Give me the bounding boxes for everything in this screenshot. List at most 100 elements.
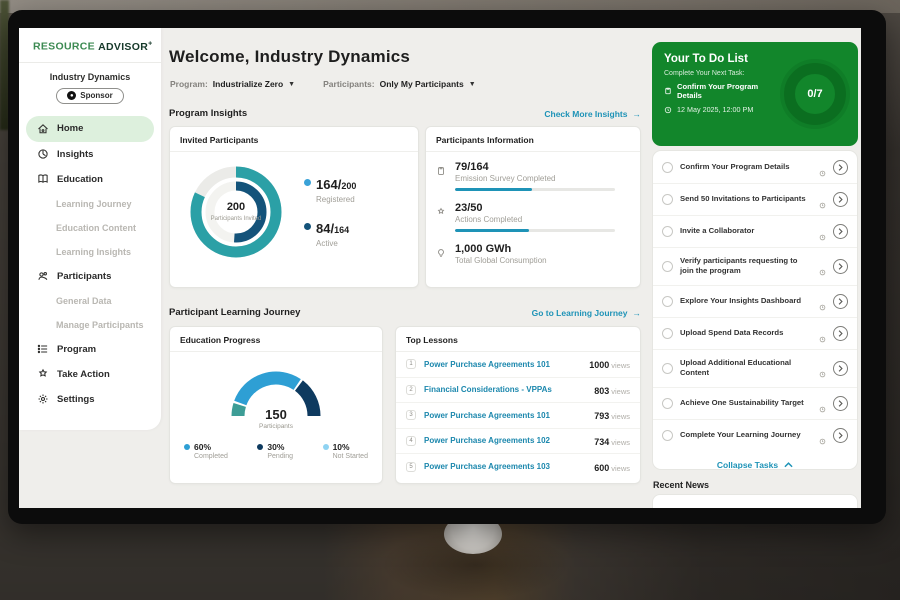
sidebar-item-settings[interactable]: Settings <box>19 387 161 412</box>
invited-donut-chart: 200 Participants Invited <box>184 160 288 264</box>
lesson-row: 3 Power Purchase Agreements 101 793views <box>396 403 640 429</box>
lesson-link[interactable]: Power Purchase Agreements 101 <box>424 360 581 369</box>
clock-icon <box>819 400 826 407</box>
monitor-bezel: RESOURCE ADVISOR+ Industry Dynamics ● Sp… <box>8 10 886 524</box>
sidebar-item-take-action[interactable]: Take Action <box>19 362 161 387</box>
task-row: Invite a Collaborator <box>653 216 857 248</box>
lesson-rank: 5 <box>406 462 416 472</box>
participants-filter-label: Participants: <box>323 79 375 89</box>
lesson-link[interactable]: Power Purchase Agreements 101 <box>424 411 586 420</box>
task-row: Achieve One Sustainability Target <box>653 388 857 420</box>
clock-icon <box>819 196 826 203</box>
clock-icon <box>819 432 826 439</box>
task-open-button[interactable] <box>833 224 848 239</box>
sidebar-item-home[interactable]: Home <box>26 116 154 142</box>
top-lessons-title: Top Lessons <box>396 327 640 352</box>
task-checkbox[interactable] <box>662 398 673 409</box>
sidebar-item-education-content[interactable]: Education Content <box>19 216 161 240</box>
task-row: Complete Your Learning Journey <box>653 420 857 451</box>
sidebar-item-general-data[interactable]: General Data <box>19 289 161 313</box>
clock-icon <box>664 106 672 114</box>
task-row: Send 50 Invitations to Participants <box>653 184 857 216</box>
program-filter[interactable]: Program: Industrialize Zero ▼ <box>170 79 295 89</box>
task-checkbox[interactable] <box>662 162 673 173</box>
invited-center-label: Participants Invited <box>211 215 262 223</box>
clock-icon <box>819 330 826 337</box>
participants-information-title: Participants Information <box>426 127 640 152</box>
sidebar-item-manage-participants[interactable]: Manage Participants <box>19 313 161 337</box>
clock-icon <box>819 365 826 372</box>
task-checkbox[interactable] <box>662 363 673 374</box>
chevron-up-icon <box>784 462 793 468</box>
task-open-button[interactable] <box>833 192 848 207</box>
task-row: Upload Additional Educational Content <box>653 350 857 388</box>
check-more-insights-link[interactable]: Check More Insights → <box>544 109 641 119</box>
sidebar-item-education[interactable]: Education <box>19 167 161 192</box>
participants-information-card: Participants Information 79/164 Emission… <box>425 126 641 288</box>
chevron-down-icon: ▼ <box>288 81 295 88</box>
active-dot-icon <box>304 223 311 230</box>
sidebar: RESOURCE ADVISOR+ Industry Dynamics ● Sp… <box>19 28 161 430</box>
task-open-button[interactable] <box>833 361 848 376</box>
todo-next-task: Confirm Your Program Details <box>677 82 776 100</box>
invited-center-value: 200 <box>227 201 245 213</box>
task-row: Explore Your Insights Dashboard <box>653 286 857 318</box>
legend-completed: 60% Completed <box>184 442 228 460</box>
dashboard-screen: RESOURCE ADVISOR+ Industry Dynamics ● Sp… <box>19 28 861 508</box>
task-checkbox[interactable] <box>662 226 673 237</box>
program-filter-label: Program: <box>170 79 208 89</box>
sidebar-item-learning-journey[interactable]: Learning Journey <box>19 192 161 216</box>
sidebar-item-program[interactable]: Program <box>19 337 161 362</box>
participants-filter-value: Only My Participants <box>380 79 464 89</box>
invited-participants-card: Invited Participants 200 Partic <box>169 126 419 288</box>
task-checkbox[interactable] <box>662 296 673 307</box>
learning-journey-heading: Participant Learning Journey <box>169 307 300 318</box>
education-progress-title: Education Progress <box>170 327 382 352</box>
task-open-button[interactable] <box>833 326 848 341</box>
task-open-button[interactable] <box>833 396 848 411</box>
task-checkbox[interactable] <box>662 194 673 205</box>
participants-filter[interactable]: Participants: Only My Participants ▼ <box>323 79 476 89</box>
clock-icon <box>819 164 826 171</box>
sponsor-badge[interactable]: ● Sponsor <box>56 88 123 104</box>
lesson-views: 600 <box>594 463 609 473</box>
legend-not-started: 10% Not Started <box>323 442 368 460</box>
lesson-row: 5 Power Purchase Agreements 103 600views <box>396 454 640 480</box>
sidebar-item-learning-insights[interactable]: Learning Insights <box>19 240 161 264</box>
sponsor-icon: ● <box>67 91 76 100</box>
task-open-button[interactable] <box>833 428 848 443</box>
people-icon <box>37 270 49 282</box>
lesson-link[interactable]: Financial Considerations - VPPAs <box>424 385 586 394</box>
app-logo: RESOURCE ADVISOR+ <box>19 28 161 63</box>
logo-advisor: ADVISOR+ <box>98 41 152 53</box>
gear-icon <box>37 393 49 405</box>
todo-subtitle: Complete Your Next Task: <box>664 70 776 77</box>
sidebar-item-participants[interactable]: Participants <box>19 264 161 289</box>
invited-participants-title: Invited Participants <box>170 127 418 152</box>
lesson-views: 793 <box>594 411 609 421</box>
go-to-learning-journey-link[interactable]: Go to Learning Journey → <box>532 308 641 318</box>
emission-progress-bar <box>455 188 615 191</box>
lesson-link[interactable]: Power Purchase Agreements 102 <box>424 436 586 445</box>
todo-title: Your To Do List <box>664 53 776 65</box>
action-icon <box>37 368 49 380</box>
task-checkbox[interactable] <box>662 261 673 272</box>
lesson-rank: 3 <box>406 410 416 420</box>
chevron-down-icon: ▼ <box>469 81 476 88</box>
photo-scene: RESOURCE ADVISOR+ Industry Dynamics ● Sp… <box>0 0 900 600</box>
clock-icon <box>819 263 826 270</box>
task-checkbox[interactable] <box>662 430 673 441</box>
bulb-icon <box>436 243 447 270</box>
program-insights-heading: Program Insights <box>169 108 247 119</box>
lesson-link[interactable]: Power Purchase Agreements 103 <box>424 462 586 471</box>
collapse-tasks-link[interactable]: Collapse Tasks <box>653 451 857 470</box>
task-open-button[interactable] <box>833 259 848 274</box>
clock-icon <box>819 298 826 305</box>
invited-legend: 164/200 Registered 84/164 Active <box>304 176 356 248</box>
task-open-button[interactable] <box>833 294 848 309</box>
task-open-button[interactable] <box>833 160 848 175</box>
legend-active: 84/164 Active <box>304 220 356 248</box>
actions-icon <box>436 202 447 232</box>
sidebar-item-insights[interactable]: Insights <box>19 142 161 167</box>
task-checkbox[interactable] <box>662 328 673 339</box>
